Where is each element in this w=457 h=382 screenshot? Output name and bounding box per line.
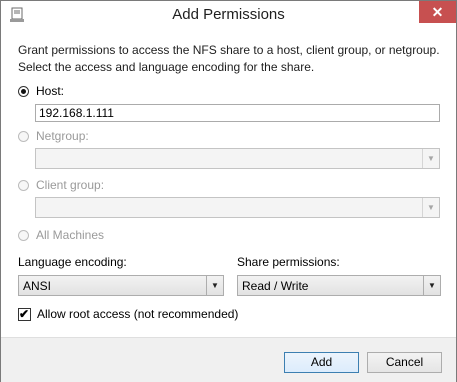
chevron-down-icon: ▼ <box>422 149 439 168</box>
language-encoding-select[interactable]: ANSI ▼ <box>18 275 224 296</box>
dialog-content: Grant permissions to access the NFS shar… <box>1 30 456 351</box>
chevron-down-icon[interactable]: ▼ <box>206 276 223 295</box>
description-line-1: Grant permissions to access the NFS shar… <box>18 43 440 57</box>
add-permissions-dialog: Add Permissions ✕ Grant permissions to a… <box>0 0 457 382</box>
description-line-2: Select the access and language encoding … <box>18 60 315 74</box>
all-machines-radio <box>18 229 29 241</box>
chevron-down-icon: ▼ <box>422 198 439 217</box>
share-permissions-value: Read / Write <box>242 279 309 293</box>
all-machines-label: All Machines <box>36 228 105 242</box>
language-encoding-value: ANSI <box>23 279 52 293</box>
dialog-title: Add Permissions <box>172 6 285 23</box>
close-button[interactable]: ✕ <box>419 1 456 23</box>
share-permissions-label: Share permissions: <box>237 255 340 269</box>
description: Grant permissions to access the NFS shar… <box>18 42 448 76</box>
client-group-label: Client group: <box>36 178 105 192</box>
cancel-button[interactable]: Cancel <box>367 352 442 373</box>
netgroup-radio <box>18 130 29 142</box>
host-input[interactable]: 192.168.1.111 <box>35 104 440 122</box>
client-group-radio <box>18 179 29 191</box>
language-encoding-label: Language encoding: <box>18 255 127 269</box>
host-radio[interactable] <box>18 85 29 97</box>
share-permissions-select[interactable]: Read / Write ▼ <box>237 275 441 296</box>
checkmark-icon: ✔ <box>19 306 30 321</box>
allow-root-row[interactable]: ✔ Allow root access (not recommended) <box>18 307 238 321</box>
host-label: Host: <box>36 84 65 98</box>
netgroup-select: ▼ <box>35 148 440 169</box>
netgroup-label: Netgroup: <box>36 129 89 143</box>
dialog-footer: Add Cancel <box>1 337 456 382</box>
title-bar[interactable]: Add Permissions ✕ <box>1 1 456 30</box>
allow-root-checkbox[interactable]: ✔ <box>18 306 31 321</box>
add-button[interactable]: Add <box>284 352 359 373</box>
client-group-select: ▼ <box>35 197 440 218</box>
chevron-down-icon[interactable]: ▼ <box>423 276 440 295</box>
netgroup-radio-row: Netgroup: <box>18 129 89 143</box>
client-group-radio-row: Client group: <box>18 178 104 192</box>
all-machines-radio-row: All Machines <box>18 228 104 242</box>
allow-root-label: Allow root access (not recommended) <box>37 307 239 321</box>
host-radio-row[interactable]: Host: <box>18 84 64 98</box>
